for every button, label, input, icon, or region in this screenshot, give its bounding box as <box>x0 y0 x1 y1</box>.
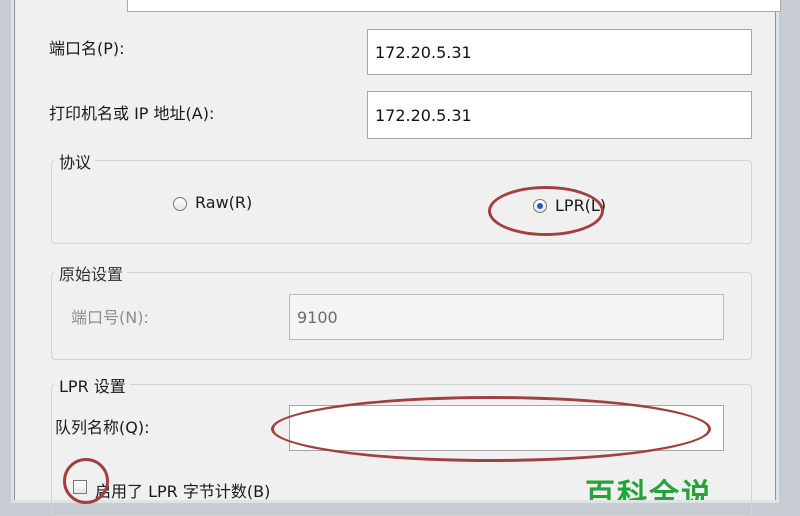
lpr-settings-group-title: LPR 设置 <box>55 373 130 397</box>
raw-radio-label: Raw(R) <box>195 193 253 212</box>
lpr-radio[interactable] <box>533 199 547 213</box>
printer-address-label: 打印机名或 IP 地址(A): <box>49 104 215 123</box>
raw-radio[interactable] <box>173 197 187 211</box>
raw-settings-group-title: 原始设置 <box>55 261 128 285</box>
lpr-radio-label: LPR(L) <box>555 196 607 215</box>
byte-count-checkbox[interactable] <box>73 480 87 494</box>
protocol-group <box>51 160 752 244</box>
printer-address-input[interactable] <box>367 91 752 139</box>
byte-count-label: 启用了 LPR 字节计数(B) <box>95 482 271 501</box>
watermark-text: 百科全说 <box>585 478 713 500</box>
port-name-label: 端口名(P): <box>49 39 125 58</box>
port-settings-dialog: 端口名(P): 打印机名或 IP 地址(A): 协议 Raw(R) LPR(L)… <box>14 0 781 516</box>
queue-name-input[interactable] <box>289 405 724 451</box>
port-number-input[interactable] <box>289 294 724 340</box>
port-name-input[interactable] <box>367 29 752 75</box>
top-partial-field <box>127 0 781 12</box>
protocol-group-title: 协议 <box>55 149 96 173</box>
queue-name-label: 队列名称(Q): <box>55 418 150 437</box>
port-number-label: 端口号(N): <box>71 308 149 327</box>
